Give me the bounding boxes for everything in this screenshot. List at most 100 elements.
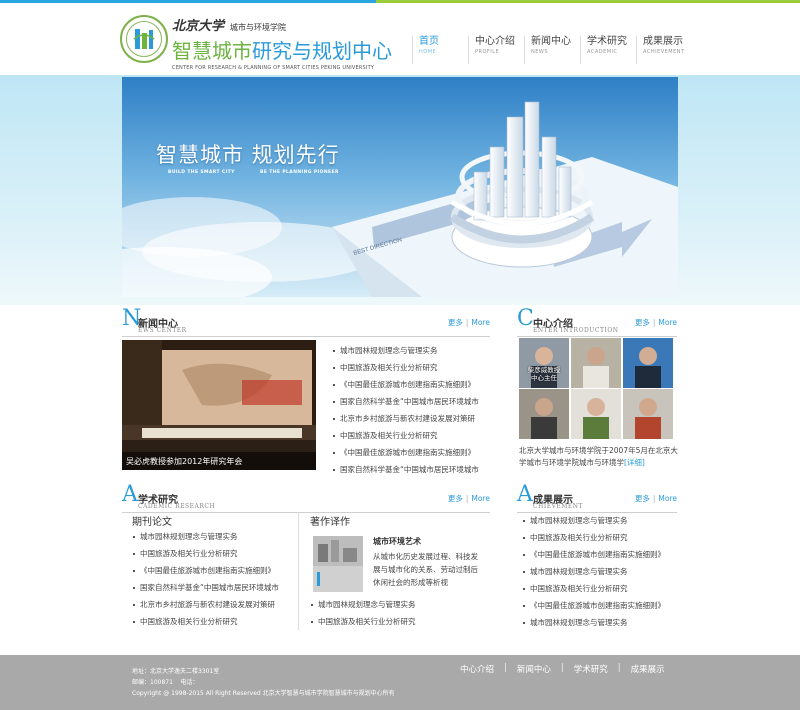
list-item[interactable]: 城市园林规划理念与管理实务 (310, 596, 480, 613)
list-item[interactable]: 城市园林规划理念与管理实务 (332, 342, 482, 359)
nav-sublabel: PROFILE (475, 49, 500, 55)
list-item[interactable]: 北京市乡村旅游与新农村建设发展对策研 (332, 410, 482, 427)
more-cn: 更多 (447, 318, 463, 327)
staff-photo[interactable] (623, 338, 673, 388)
book-cover-image (313, 536, 363, 592)
footer-link-academic[interactable]: 学术研究 (574, 663, 608, 675)
nav-label: 新闻中心 (531, 36, 571, 47)
site-header: 北京大学 城市与环境学院 智慧城市研究与规划中心 CENTER FOR RESE… (0, 3, 800, 75)
school-name: 城市与环境学院 (230, 23, 287, 32)
list-item[interactable]: 中国旅游及相关行业分析研究 (132, 613, 282, 630)
university-seal-logo[interactable] (120, 15, 168, 63)
nav-sublabel: ACHIEVEMENT (643, 49, 685, 55)
list-item[interactable]: 中国旅游及相关行业分析研究 (522, 529, 677, 546)
staff-photo[interactable] (571, 389, 621, 439)
staff-photo[interactable] (519, 389, 569, 439)
list-item[interactable]: 城市园林规划理念与管理实务 (132, 528, 282, 545)
works-subtitle: 著作译作 (310, 517, 350, 528)
book-title[interactable]: 城市环境艺术 (373, 536, 421, 547)
list-item[interactable]: 《中国最佳旅游城市创建指南实施细则》 (132, 562, 282, 579)
nav-label: 学术研究 (587, 36, 627, 47)
person-portrait (519, 389, 569, 439)
nav-label: 成果展示 (643, 36, 683, 47)
more-separator: | (652, 318, 656, 327)
list-item[interactable]: 中国旅游及相关行业分析研究 (310, 613, 480, 630)
intro-detail-link[interactable]: [详细] (624, 458, 645, 467)
nav-news[interactable]: 新闻中心 NEWS (524, 36, 580, 64)
more-en: More (658, 318, 677, 327)
news-more-link[interactable]: 更多 | More (448, 317, 490, 328)
list-item[interactable]: 中国旅游及相关行业分析研究 (522, 580, 677, 597)
academic-more-link[interactable]: 更多 | More (448, 493, 490, 504)
list-item[interactable]: 城市园林规划理念与管理实务 (522, 563, 677, 580)
university-name: 北京大学 (172, 19, 225, 34)
conference-photo (122, 340, 316, 470)
academic-section-header: A 学术研究 CADEMIC RESEARCH 更多 | More (122, 483, 490, 513)
list-item[interactable]: 中国旅游及相关行业分析研究 (132, 545, 282, 562)
list-item[interactable]: 《中国最佳旅游城市创建指南实施细则》 (332, 444, 482, 461)
staff-photo-grid: 柴彦威教授 中心主任 (519, 338, 673, 439)
list-item[interactable]: 城市园林规划理念与管理实务 (522, 512, 677, 529)
list-item[interactable]: 国家自然科学基金“中国城市居民环境城市 (132, 579, 282, 596)
news-featured-photo[interactable]: 吴必虎教授参加2012年研究年会 (122, 340, 316, 470)
footer-separator: | (504, 663, 507, 673)
nav-sublabel: ACADEMIC (587, 49, 618, 55)
section-initial: C (517, 306, 534, 331)
nav-sublabel: NEWS (531, 49, 549, 55)
director-name: 柴彦威教授 (527, 366, 561, 374)
more-cn: 更多 (634, 318, 650, 327)
works-list: 城市园林规划理念与管理实务 中国旅游及相关行业分析研究 (310, 596, 480, 630)
section-title-en: CADEMIC RESEARCH (138, 503, 216, 510)
footer-copyright: Copyright @ 1998-2015 All Right Reserved… (132, 690, 395, 697)
more-separator: | (465, 494, 469, 503)
staff-photo[interactable] (571, 338, 621, 388)
center-section-header: C 中心介绍 ENTER INTRODUCTION 更多 | More (517, 307, 677, 337)
more-cn: 更多 (447, 494, 463, 503)
section-title-en: ENTER INTRODUCTION (533, 327, 619, 334)
footer-nav: 中心介绍 | 新闻中心 | 学术研究 | 成果展示 (460, 663, 665, 675)
achievement-section-header: A 成果展示 CHIEVEMENT 更多 | More (517, 483, 677, 513)
nav-achievement[interactable]: 成果展示 ACHIEVEMENT (636, 36, 692, 64)
site-footer: 地址：北京大学逸夫二楼3301室 邮编：100871 电话： Copyright… (0, 655, 800, 710)
journals-list: 城市园林规划理念与管理实务 中国旅游及相关行业分析研究 《中国最佳旅游城市创建指… (132, 528, 282, 630)
nav-home[interactable]: 首页 HOME (412, 36, 468, 64)
footer-postcode-phone: 邮编：100871 电话： (132, 679, 199, 686)
list-item[interactable]: 《中国最佳旅游城市创建指南实施细则》 (522, 546, 677, 563)
section-initial: A (517, 482, 533, 507)
section-title-en: CHIEVEMENT (533, 503, 584, 510)
footer-address: 地址：北京大学逸夫二楼3301室 (132, 668, 220, 675)
more-en: More (658, 494, 677, 503)
achievement-list: 城市园林规划理念与管理实务 中国旅游及相关行业分析研究 《中国最佳旅游城市创建指… (522, 512, 677, 631)
list-item[interactable]: 城市园林规划理念与管理实务 (522, 614, 677, 631)
center-english-name: CENTER FOR RESEARCH & PLANNING OF SMART … (172, 65, 375, 71)
list-item[interactable]: 国家自然科学基金“中国城市居民环境城市 (332, 461, 482, 478)
list-item[interactable]: 北京市乡村旅游与新农村建设发展对策研 (132, 596, 282, 613)
banner-illustration: BEST DIRECTION (122, 77, 678, 297)
banner-slogan: 智慧城市 规划先行 (156, 143, 340, 167)
main-nav: 首页 HOME 中心介绍 PROFILE 新闻中心 NEWS 学术研究 ACADEMIC… (412, 36, 692, 64)
journals-subtitle: 期刊论文 (132, 517, 172, 528)
more-en: More (471, 494, 490, 503)
nav-profile[interactable]: 中心介绍 PROFILE (468, 36, 524, 64)
news-photo-caption: 吴必虎教授参加2012年研究年会 (122, 452, 316, 470)
list-item[interactable]: 《中国最佳旅游城市创建指南实施细则》 (522, 597, 677, 614)
hero-banner[interactable]: BEST DIRECTION 智慧城市 规划先行 BUILD THE SMART… (122, 77, 678, 297)
book-cover[interactable] (313, 536, 363, 592)
footer-link-achievement[interactable]: 成果展示 (631, 663, 665, 675)
banner-slogan-en-left: BUILD THE SMART CITY (168, 170, 235, 175)
more-en: More (471, 318, 490, 327)
list-item[interactable]: 国家自然科学基金“中国城市居民环境城市 (332, 393, 482, 410)
achievement-more-link[interactable]: 更多 | More (635, 493, 677, 504)
column-divider (298, 512, 299, 630)
center-intro-text: 北京大学城市与环境学院于2007年5月在北京大学城市与环境学院城市与环境学[详细… (519, 445, 679, 469)
footer-link-profile[interactable]: 中心介绍 (460, 663, 494, 675)
list-item[interactable]: 中国旅游及相关行业分析研究 (332, 359, 482, 376)
staff-photo-director[interactable]: 柴彦威教授 中心主任 (519, 338, 569, 388)
nav-academic[interactable]: 学术研究 ACADEMIC (580, 36, 636, 64)
footer-link-news[interactable]: 新闻中心 (517, 663, 551, 675)
list-item[interactable]: 《中国最佳旅游城市创建指南实施细则》 (332, 376, 482, 393)
list-item[interactable]: 中国旅游及相关行业分析研究 (332, 427, 482, 444)
staff-photo[interactable] (623, 389, 673, 439)
center-more-link[interactable]: 更多 | More (635, 317, 677, 328)
news-list: 城市园林规划理念与管理实务 中国旅游及相关行业分析研究 《中国最佳旅游城市创建指… (332, 342, 482, 478)
